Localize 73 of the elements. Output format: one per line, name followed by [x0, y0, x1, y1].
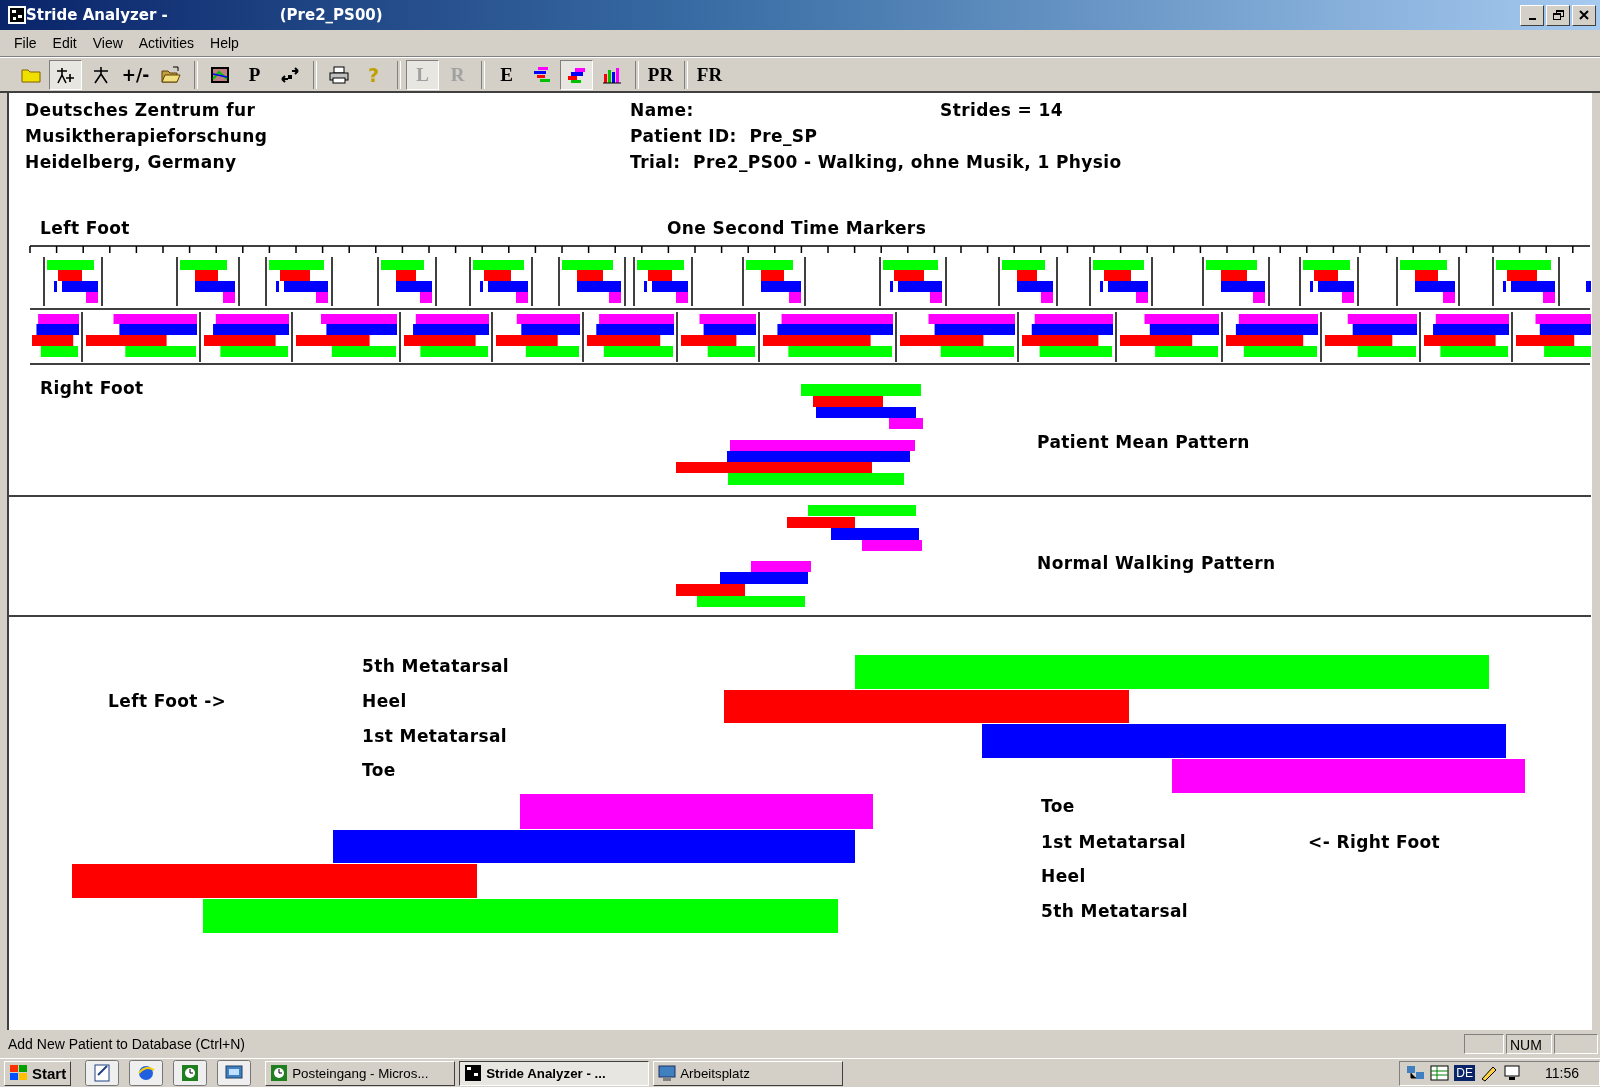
- image-icon: [209, 64, 230, 85]
- minimize-button[interactable]: [1520, 4, 1544, 26]
- toolbar-button[interactable]: [560, 59, 593, 90]
- menu-item[interactable]: View: [84, 35, 131, 51]
- num-lock-indicator: NUM: [1506, 1034, 1552, 1054]
- sensor-label: Heel: [1041, 865, 1086, 887]
- taskbar-button[interactable]: Posteingang - Micros...: [265, 1060, 456, 1086]
- left-foot-label: Left Foot ->: [108, 690, 227, 712]
- time-markers-title: One Second Time Markers: [667, 217, 927, 239]
- patient-id: Patient ID: Pre_SP: [630, 125, 819, 148]
- restore-button[interactable]: [1546, 4, 1570, 26]
- restore-icon: [1552, 9, 1564, 21]
- toolbar-button[interactable]: PR: [644, 59, 677, 90]
- sensor-label: 5th Metatarsal: [1041, 900, 1189, 922]
- browser-icon: [137, 1063, 156, 1083]
- sensor-label: Heel: [362, 690, 407, 712]
- printer-icon: [328, 64, 349, 85]
- close-button[interactable]: [1572, 4, 1596, 26]
- normal-pattern-label: Normal Walking Pattern: [1037, 552, 1276, 574]
- start-button[interactable]: Start: [4, 1060, 72, 1086]
- sensor-label: 1st Metatarsal: [362, 725, 508, 747]
- app-icon: [8, 6, 26, 24]
- language-indicator[interactable]: DE: [1454, 1065, 1475, 1081]
- name-label: Name:: [630, 99, 695, 122]
- right-foot-label: Right Foot: [40, 377, 144, 399]
- close-icon: [1578, 9, 1590, 21]
- app-icon: [464, 1064, 483, 1082]
- status-text: Add New Patient to Database (Ctrl+N): [8, 1036, 246, 1052]
- institute-text: Deutsches Zentrum fur: [25, 99, 257, 122]
- trial-text: Trial: Pre2_PS00 - Walking, ohne Musik, 1 Physio: [630, 151, 1123, 174]
- toolbar-button[interactable]: E: [490, 59, 523, 90]
- menu-item[interactable]: File: [6, 35, 45, 51]
- sensor-label: Toe: [1041, 795, 1075, 817]
- sensor-label: Toe: [362, 759, 396, 781]
- sensor-label: 5th Metatarsal: [362, 655, 510, 677]
- right-foot-label: <- Right Foot: [1308, 831, 1441, 853]
- document-title: (Pre2_PS00): [279, 6, 383, 24]
- strides-count: Strides = 14: [940, 99, 1064, 122]
- minimize-icon: [1528, 18, 1536, 20]
- monitor-icon: [1503, 1064, 1523, 1082]
- arrows-icon: [279, 64, 300, 85]
- taskbar-button[interactable]: Arbeitsplatz: [653, 1060, 844, 1086]
- quick-launch-button[interactable]: [173, 1060, 208, 1086]
- toolbar-button[interactable]: FR: [693, 59, 726, 90]
- quick-launch-button[interactable]: [85, 1060, 120, 1086]
- quick-launch-button[interactable]: [129, 1060, 164, 1086]
- table-icon: [1430, 1064, 1451, 1082]
- menu-item[interactable]: Activities: [130, 35, 202, 51]
- quick-launch-button[interactable]: [217, 1060, 252, 1086]
- institute-text: Musiktherapieforschung: [25, 125, 269, 148]
- pencil-icon: [1479, 1064, 1499, 1082]
- institute-text: Heidelberg, Germany: [25, 151, 238, 174]
- taskbar-button[interactable]: Stride Analyzer - ...: [459, 1060, 650, 1086]
- toolbar-button[interactable]: +/-: [119, 59, 152, 90]
- toolbar-button[interactable]: [49, 59, 82, 90]
- menu-item[interactable]: Help: [202, 35, 247, 51]
- window-title: Stride Analyzer -: [26, 6, 168, 24]
- open-folder-icon: [160, 64, 181, 85]
- status-panel: [1554, 1034, 1598, 1054]
- menu-item[interactable]: Edit: [44, 35, 85, 51]
- clock-icon: [270, 1064, 289, 1082]
- clock-icon: [181, 1063, 200, 1083]
- windows-logo-icon: [9, 1064, 29, 1082]
- clock: 11:56: [1545, 1065, 1579, 1081]
- bars-icon: [531, 64, 552, 85]
- sensor-label: 1st Metatarsal: [1041, 831, 1187, 853]
- computer-icon: [658, 1064, 677, 1082]
- status-panel: [1464, 1034, 1504, 1054]
- left-foot-label: Left Foot: [40, 217, 130, 239]
- toolbar-button[interactable]: P: [238, 59, 271, 90]
- network-icon: [1406, 1064, 1427, 1082]
- notepad-icon: [93, 1063, 112, 1083]
- mean-pattern-label: Patient Mean Pattern: [1037, 431, 1250, 453]
